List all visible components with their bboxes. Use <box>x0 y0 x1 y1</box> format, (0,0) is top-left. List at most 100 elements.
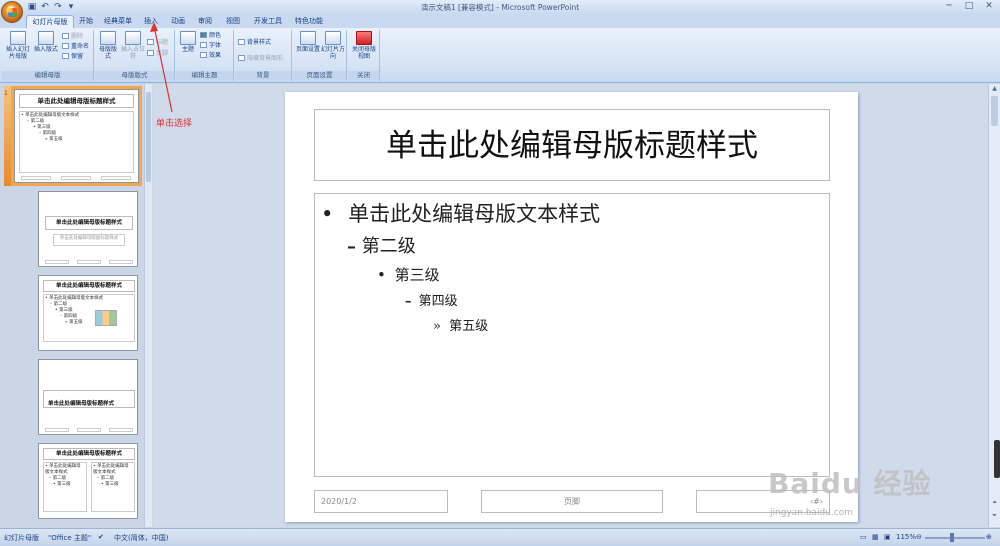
thumbnail-section-layout[interactable]: 单击此处编辑母版标题样式 <box>38 359 138 435</box>
insert-master-icon <box>10 31 26 45</box>
window-controls: ─ □ ✕ <box>942 1 996 12</box>
effects-icon <box>200 52 207 58</box>
side-tab <box>994 440 1000 478</box>
close-icon[interactable]: ✕ <box>982 1 996 12</box>
scroll-up-icon[interactable]: ▲ <box>990 85 999 94</box>
thumbnail-footer <box>45 428 69 432</box>
group-label: 编辑母版 <box>2 71 93 80</box>
status-view: 幻灯片母版 <box>4 534 39 542</box>
insert-layout-icon <box>38 31 54 45</box>
master-slide: 单击此处编辑母版标题样式 • 单击此处编辑母版文本样式 – 第二级 • 第三级 … <box>285 92 858 522</box>
title-bar: ▣ ↶ ↷ ▾ 演示文稿1 [兼容模式] - Microsoft PowerPo… <box>0 0 1000 14</box>
body-level-3: • 第三级 <box>377 266 440 284</box>
watermark: Baidu 经验 jingyan.baidu.com <box>768 462 932 518</box>
content-placeholder-icon <box>95 310 117 326</box>
zoom-in-icon[interactable]: ⊕ <box>986 533 992 541</box>
thumbnails-scrollbar[interactable] <box>144 84 152 527</box>
rename-button[interactable]: 重命名 <box>62 43 89 51</box>
watermark-logo: Baidu 经验 <box>768 467 932 500</box>
insert-placeholder-button[interactable]: 插入占位符 <box>120 31 146 60</box>
thumbnail-footer <box>77 428 101 432</box>
zoom-level[interactable]: 115% <box>896 533 916 541</box>
tab-classic-menu[interactable]: 经典菜单 <box>100 15 136 28</box>
zoom-slider-knob[interactable] <box>950 533 954 542</box>
group-page-setup: 页面设置 幻灯片方向 页面设置 <box>293 30 347 81</box>
status-language[interactable]: 中文(简体，中国) <box>114 533 168 543</box>
close-master-icon <box>356 31 372 45</box>
insert-master-button[interactable]: 插入幻灯片母版 <box>4 31 32 60</box>
minimize-icon[interactable]: ─ <box>942 1 956 12</box>
title-placeholder[interactable]: 单击此处编辑母版标题样式 <box>314 109 830 181</box>
body-level-1: • 单击此处编辑母版文本样式 <box>321 202 601 226</box>
thumbnail-master[interactable]: 单击此处编辑母版标题样式 • 单击此处编辑母版文本样式 – 第二级 • 第三级 … <box>11 86 142 186</box>
thumbnail-title-layout[interactable]: 单击此处编辑母版标题样式 单击此处编辑母版副标题样式 <box>38 191 138 267</box>
annotation-arrow <box>150 22 173 113</box>
fonts-icon <box>200 42 207 48</box>
body-level-4: – 第四级 <box>405 294 458 309</box>
zoom-slider[interactable] <box>925 537 985 539</box>
next-slide-icon[interactable]: ⏷ <box>990 512 999 521</box>
master-layout-button[interactable]: 母版版式 <box>97 31 119 60</box>
tab-developer[interactable]: 开发工具 <box>250 15 286 28</box>
group-edit-master: 插入幻灯片母版 插入版式 删除 重命名 保留 编辑母版 <box>2 30 94 81</box>
background-styles-button[interactable]: 背景样式 <box>238 39 271 47</box>
thumbnail-footer <box>101 176 131 180</box>
sorter-view-icon[interactable]: ▦ <box>872 533 879 541</box>
checkbox-icon <box>238 55 245 61</box>
tab-special-features[interactable]: 特色功能 <box>292 15 326 28</box>
thumbnail-subtitle: 单击此处编辑母版副标题样式 <box>53 234 125 246</box>
fonts-button[interactable]: 字体 <box>200 42 221 50</box>
page-setup-icon <box>300 31 316 45</box>
maximize-icon[interactable]: □ <box>962 1 976 12</box>
page-setup-button[interactable]: 页面设置 <box>295 31 321 53</box>
delete-icon <box>62 33 69 39</box>
thumbnail-footer <box>109 260 133 264</box>
slide-orientation-button[interactable]: 幻灯片方向 <box>321 31 345 60</box>
thumbnail-title: 单击此处编辑母版标题样式 <box>19 94 134 108</box>
hide-background-checkbox[interactable]: 隐藏背景图形 <box>238 55 283 63</box>
thumbnail-footer <box>77 260 101 264</box>
preserve-button[interactable]: 保留 <box>62 53 83 61</box>
watermark-url: jingyan.baidu.com <box>770 508 854 518</box>
group-label: 关闭 <box>348 71 379 80</box>
tab-review[interactable]: 审阅 <box>194 15 216 28</box>
insert-layout-button[interactable]: 插入版式 <box>33 31 59 53</box>
insert-placeholder-icon <box>125 31 141 45</box>
thumbnail-body-left: • 单击此处编辑母版文本样式 – 第二级 • 第三级 <box>43 462 87 512</box>
thumbnail-body: • 单击此处编辑母版文本样式 – 第二级 • 第三级 – 第四级 » 第五级 <box>43 294 135 342</box>
status-bar: 幻灯片母版 "Office 主题" ✔ 中文(简体，中国) ▭ ▦ ▣ 115%… <box>0 528 1000 546</box>
close-master-view-button[interactable]: 关闭母版视图 <box>350 31 378 60</box>
office-logo-icon <box>8 8 17 17</box>
annotation-label: 单击选择 <box>156 119 193 129</box>
tab-slide-master[interactable]: 幻灯片母版 <box>26 15 74 28</box>
date-placeholder[interactable]: 2020/1/2 <box>314 490 448 513</box>
body-level-2: – 第二级 <box>347 236 416 257</box>
thumbnail-title: 单击此处编辑母版标题样式 <box>43 448 135 460</box>
spellcheck-icon[interactable]: ✔ <box>98 533 104 541</box>
zoom-out-icon[interactable]: ⊖ <box>916 533 922 541</box>
rename-icon <box>62 43 69 49</box>
preserve-icon <box>62 53 69 59</box>
body-level-5: » 第五级 <box>433 319 489 334</box>
tab-view[interactable]: 视图 <box>222 15 244 28</box>
status-theme: "Office 主题" <box>48 534 92 542</box>
thumbnail-title: 单击此处编辑母版标题样式 <box>43 390 135 408</box>
body-placeholder[interactable]: • 单击此处编辑母版文本样式 – 第二级 • 第三级 – 第四级 » 第五级 <box>314 193 830 477</box>
thumbnail-footer <box>109 428 133 432</box>
group-close: 关闭母版视图 关闭 <box>348 30 380 81</box>
thumbnail-content-layout[interactable]: 单击此处编辑母版标题样式 • 单击此处编辑母版文本样式 – 第二级 • 第三级 … <box>38 275 138 351</box>
tab-home[interactable]: 开始 <box>76 15 96 28</box>
colors-icon <box>200 32 207 38</box>
slideshow-view-icon[interactable]: ▣ <box>884 533 891 541</box>
previous-slide-icon[interactable]: ⏶ <box>990 499 999 508</box>
normal-view-icon[interactable]: ▭ <box>860 533 867 541</box>
scrollbar-thumb[interactable] <box>991 96 998 126</box>
thumbnail-two-content-layout[interactable]: 单击此处编辑母版标题样式 • 单击此处编辑母版文本样式 – 第二级 • 第三级 … <box>38 443 138 519</box>
footer-placeholder[interactable]: 页脚 <box>481 490 663 513</box>
effects-button[interactable]: 效果 <box>200 52 221 60</box>
office-button[interactable] <box>1 1 23 23</box>
delete-button[interactable]: 删除 <box>62 33 83 41</box>
thumbnail-footer <box>21 176 51 180</box>
colors-button[interactable]: 颜色 <box>200 32 221 40</box>
background-styles-icon <box>238 39 245 45</box>
